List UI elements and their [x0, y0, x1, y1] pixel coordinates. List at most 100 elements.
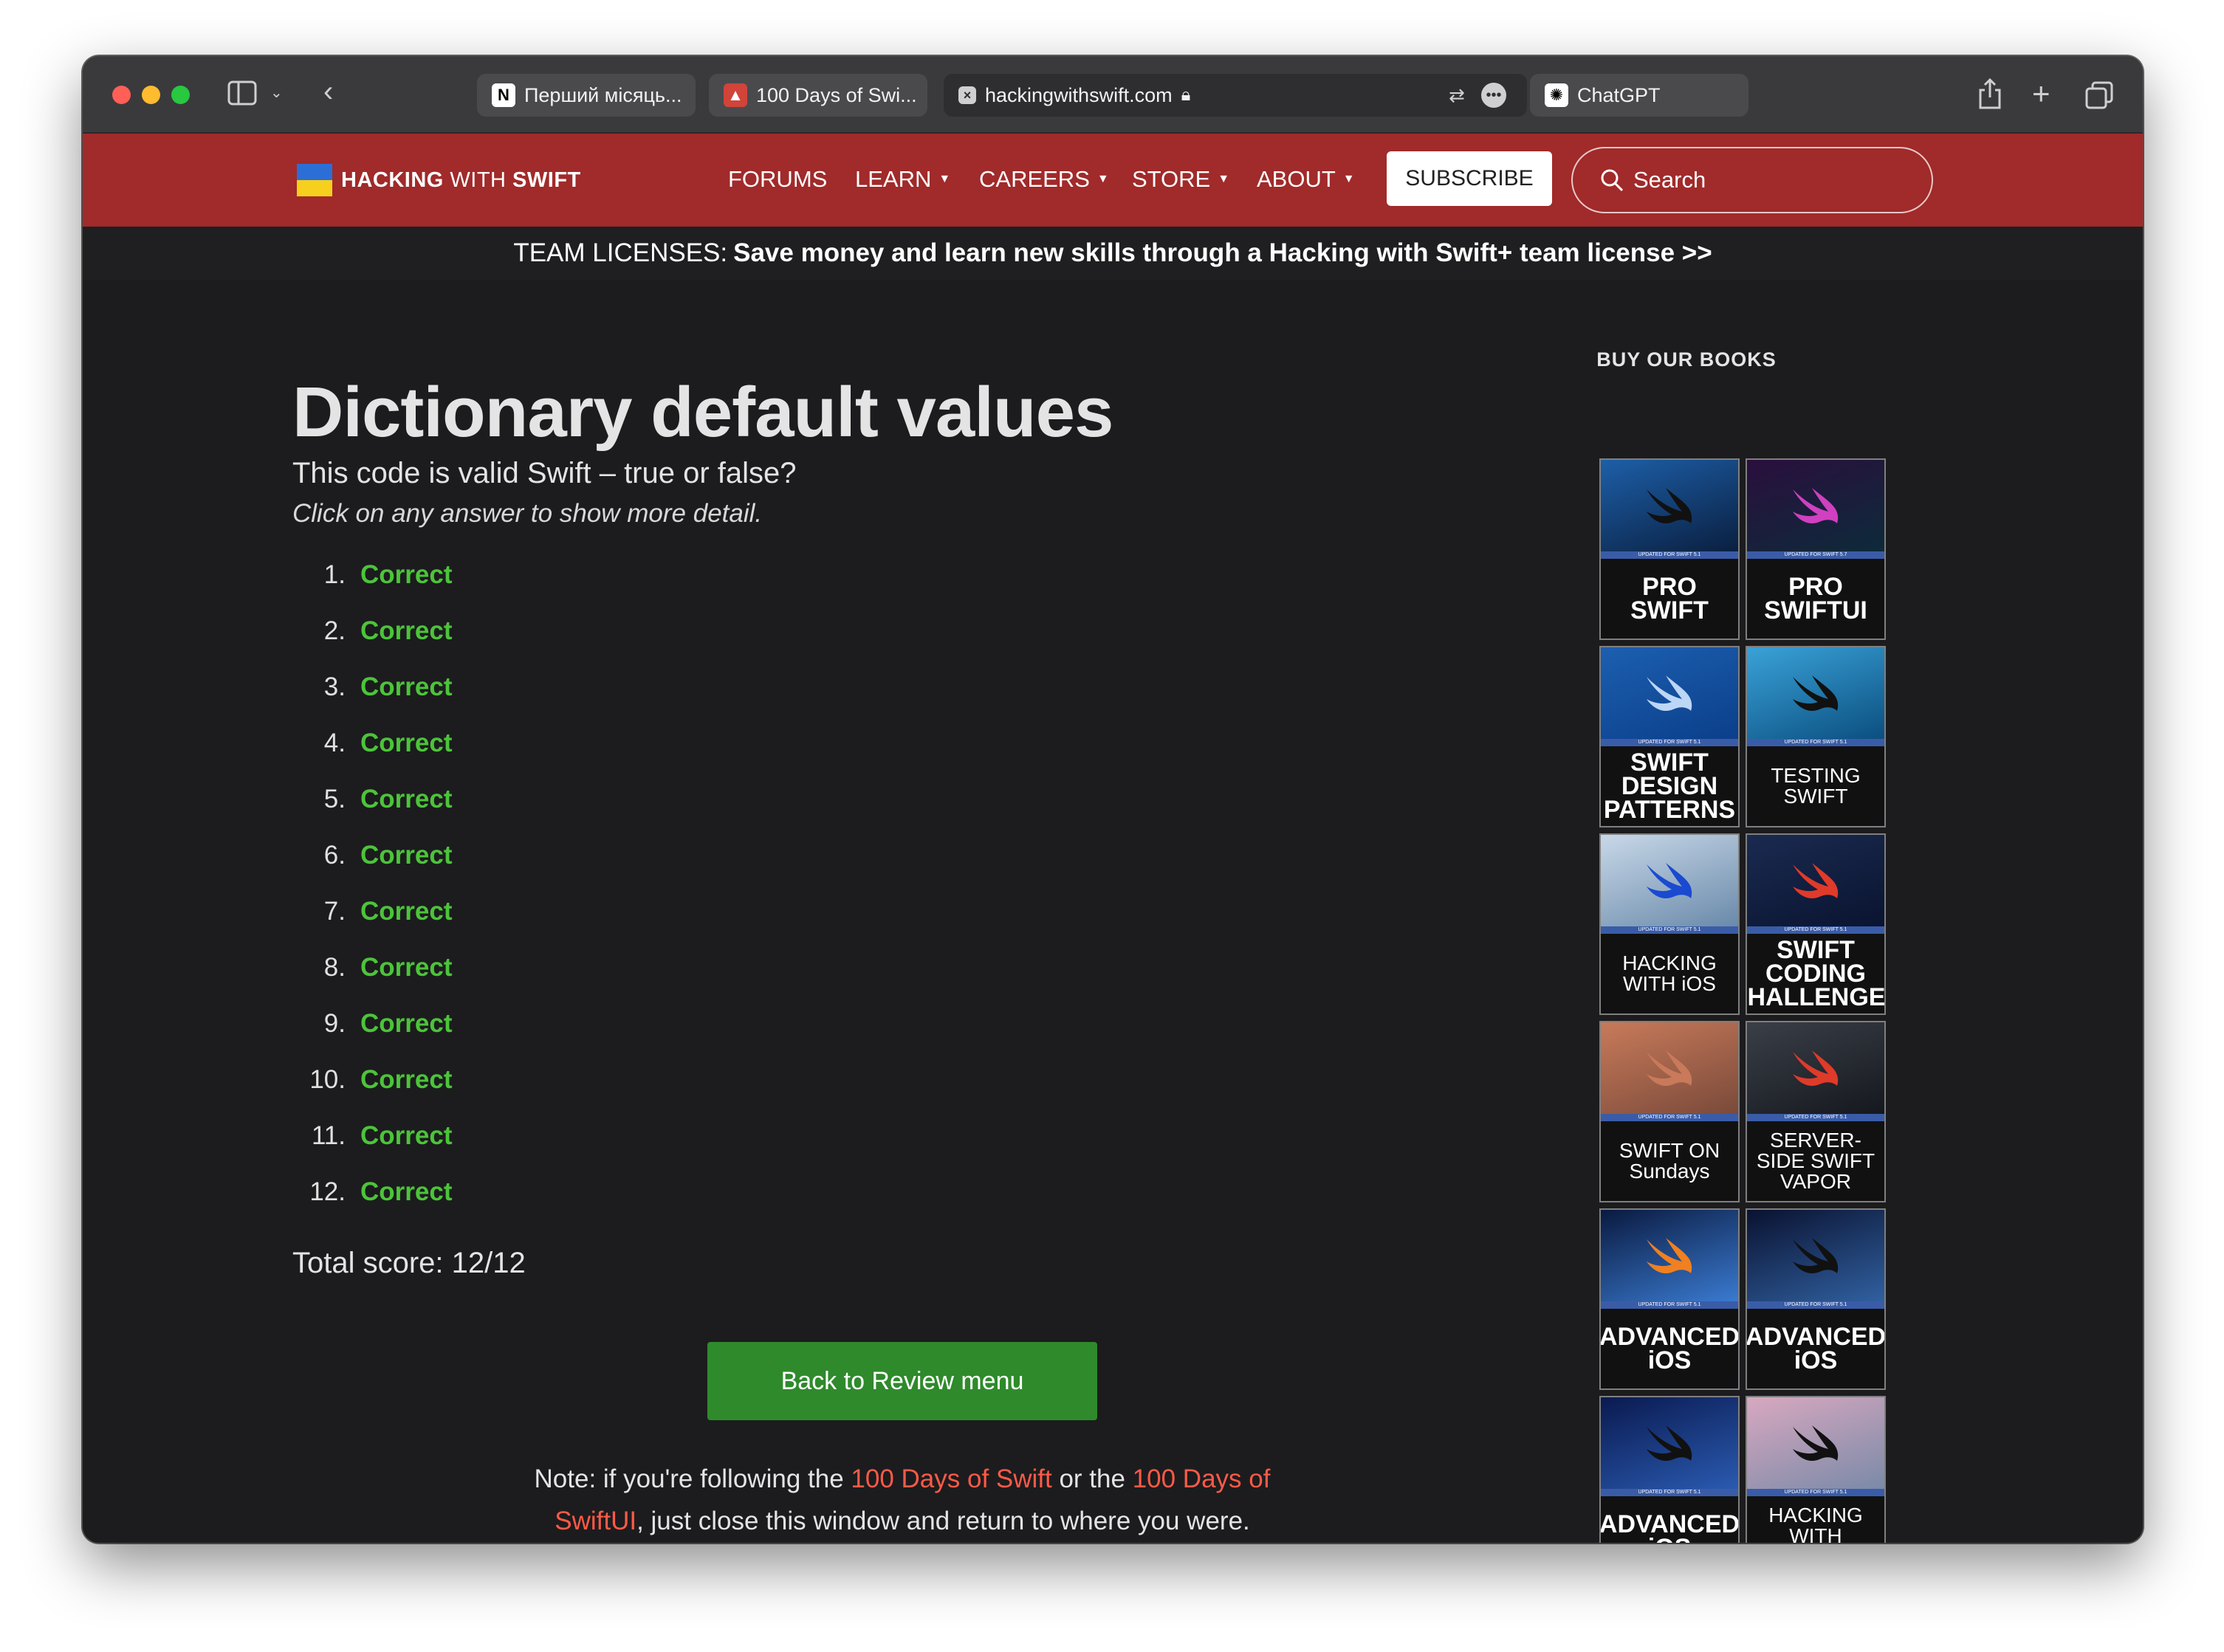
book-strip: UPDATED FOR SWIFT 5.1	[1747, 1301, 1884, 1309]
book-art	[1747, 1210, 1884, 1301]
answer-result[interactable]: Correct	[360, 1121, 452, 1151]
note-text: Note: if you're following the 100 Days o…	[496, 1458, 1308, 1542]
link-100-days-swift[interactable]: 100 Days of Swift	[851, 1465, 1051, 1493]
answer-item[interactable]: 8. Correct	[292, 940, 453, 996]
answer-item[interactable]: 12. Correct	[292, 1164, 452, 1220]
book-strip: UPDATED FOR SWIFT 5.1	[1601, 1301, 1738, 1309]
book-strip: UPDATED FOR SWIFT 5.1	[1601, 1489, 1738, 1496]
translate-icon[interactable]: ⇄	[1449, 84, 1465, 107]
book-cover[interactable]: UPDATED FOR SWIFT 5.1 HACKING WITH iOS	[1599, 833, 1740, 1015]
answer-result[interactable]: Correct	[360, 1177, 452, 1207]
answer-item[interactable]: 5. Correct	[292, 771, 453, 827]
answer-result[interactable]: Correct	[360, 897, 452, 926]
answer-result[interactable]: Correct	[360, 785, 452, 814]
more-icon[interactable]: •••	[1481, 83, 1506, 108]
answer-item[interactable]: 10. Correct	[292, 1052, 452, 1108]
book-cover[interactable]: UPDATED FOR SWIFT 5.1 TESTING SWIFT	[1746, 646, 1886, 827]
book-title: TESTING SWIFT	[1771, 764, 1861, 808]
answer-result[interactable]: Correct	[360, 1065, 452, 1095]
book-strip: UPDATED FOR SWIFT 5.1	[1747, 926, 1884, 934]
nav-label: FORUMS	[728, 166, 828, 192]
nav-label: ABOUT	[1257, 166, 1336, 192]
address-bar[interactable]: × hackingwithswift.com 🔒︎ ⇄ •••	[944, 74, 1527, 117]
answer-result[interactable]: Correct	[360, 560, 452, 590]
nav-about[interactable]: ABOUT ▼	[1257, 166, 1355, 193]
tab-chatgpt[interactable]: ✺ ChatGPT	[1530, 74, 1748, 117]
main-content: Dictionary default values This code is v…	[83, 280, 2143, 1543]
answer-item[interactable]: 4. Correct	[292, 715, 453, 771]
caret-down-icon: ▼	[1342, 173, 1355, 185]
zoom-window-button[interactable]	[171, 86, 190, 104]
answer-number: 4.	[323, 729, 346, 757]
book-cover[interactable]: UPDATED FOR SWIFT 5.1 ADVANCED iOS	[1599, 1396, 1740, 1543]
book-cover[interactable]: UPDATED FOR SWIFT 5.1 SWIFT ON Sundays	[1599, 1021, 1740, 1202]
site-logo[interactable]: HACKING WITH SWIFT	[297, 164, 581, 196]
subscribe-button[interactable]: SUBSCRIBE	[1387, 151, 1552, 206]
minimize-window-button[interactable]	[142, 86, 160, 104]
answer-result[interactable]: Correct	[360, 841, 452, 870]
book-cover[interactable]: UPDATED FOR SWIFT 5.1 SWIFT DESIGN PATTER…	[1599, 646, 1740, 827]
book-art	[1601, 1022, 1738, 1114]
answer-number: 2.	[323, 616, 346, 645]
tab-100-days[interactable]: ▲ 100 Days of Swi...	[709, 74, 927, 117]
swift-bird-icon	[1793, 1238, 1839, 1274]
book-cover[interactable]: UPDATED FOR SWIFT 5.7 PRO SWIFTUI	[1746, 458, 1886, 640]
search-placeholder: Search	[1633, 167, 1706, 193]
close-window-button[interactable]	[112, 86, 131, 104]
answer-result[interactable]: Correct	[360, 729, 452, 758]
answer-item[interactable]: 1. Correct	[292, 547, 453, 603]
book-cover[interactable]: UPDATED FOR SWIFT 5.1 PRO SWIFT	[1599, 458, 1740, 640]
book-cover[interactable]: UPDATED FOR SWIFT 5.1 ADVANCED iOS	[1599, 1208, 1740, 1390]
answer-result[interactable]: Correct	[360, 616, 452, 646]
tab-overview-icon[interactable]	[2085, 81, 2113, 114]
book-strip: UPDATED FOR SWIFT 5.7	[1747, 551, 1884, 559]
nav-label: LEARN	[855, 166, 932, 192]
book-strip: UPDATED FOR SWIFT 5.1	[1601, 1114, 1738, 1121]
caret-down-icon: ▼	[938, 173, 951, 185]
answer-item[interactable]: 7. Correct	[292, 884, 453, 940]
nav-learn[interactable]: LEARN ▼	[855, 166, 950, 193]
book-title: ADVANCED iOS	[1599, 1323, 1740, 1374]
logo-text-with: WITH	[443, 168, 513, 192]
book-art	[1747, 647, 1884, 739]
team-license-banner[interactable]: TEAM LICENSES: Save money and learn new …	[83, 227, 2143, 280]
answer-item[interactable]: 9. Correct	[292, 996, 453, 1052]
banner-text: Save money and learn new skills through …	[733, 238, 1712, 267]
answer-item[interactable]: 2. Correct	[292, 603, 453, 659]
back-icon[interactable]: ‹	[323, 77, 333, 106]
swift-bird-icon	[1647, 1238, 1692, 1274]
back-to-review-button[interactable]: Back to Review menu	[707, 1342, 1097, 1420]
answer-item[interactable]: 11. Correct	[292, 1108, 453, 1164]
book-title: PRO SWIFTUI	[1764, 573, 1867, 624]
nav-forums[interactable]: FORUMS	[728, 166, 827, 193]
tab-notion[interactable]: N Перший місяць...	[477, 74, 696, 117]
book-cover[interactable]: UPDATED FOR SWIFT 5.1 SERVER-SIDE SWIFT V…	[1746, 1021, 1886, 1202]
page-title: Dictionary default values	[292, 373, 1113, 452]
tab-label: ChatGPT	[1577, 83, 1661, 106]
close-icon[interactable]: ×	[958, 86, 976, 104]
search-icon	[1601, 169, 1624, 192]
book-cover[interactable]: UPDATED FOR SWIFT 5.1 ADVANCED iOS	[1746, 1208, 1886, 1390]
answer-result[interactable]: Correct	[360, 1009, 452, 1039]
share-icon[interactable]	[1977, 78, 2002, 114]
nav-store[interactable]: STORE ▼	[1132, 166, 1229, 193]
answer-number: 9.	[323, 1009, 346, 1038]
answer-item[interactable]: 3. Correct	[292, 659, 453, 715]
book-title: SWIFT CODING CHALLENGES	[1747, 936, 1886, 1011]
answer-item[interactable]: 6. Correct	[292, 827, 453, 884]
book-title: HACKING WITH iOS	[1622, 951, 1717, 995]
swift-bird-icon	[1647, 863, 1692, 899]
new-tab-icon[interactable]: +	[2032, 78, 2050, 109]
answer-result[interactable]: Correct	[360, 672, 452, 702]
book-title: PRO SWIFT	[1630, 573, 1709, 624]
book-cover[interactable]: UPDATED FOR SWIFT 5.1 SWIFT CODING CHALLE…	[1746, 833, 1886, 1015]
nav-careers[interactable]: CAREERS ▼	[979, 166, 1109, 193]
book-cover[interactable]: UPDATED FOR SWIFT 5.1 HACKING WITH watchO…	[1746, 1396, 1886, 1543]
search-input[interactable]: Search	[1571, 147, 1933, 213]
chevron-down-icon[interactable]: ⌄	[270, 86, 283, 100]
answer-result[interactable]: Correct	[360, 953, 452, 982]
swift-bird-icon	[1793, 863, 1839, 899]
books-grid: UPDATED FOR SWIFT 5.1 PRO SWIFT UPDATED FO…	[1599, 458, 1886, 1543]
chatgpt-icon: ✺	[1545, 83, 1568, 107]
sidebar-toggle-icon[interactable]	[227, 80, 257, 110]
